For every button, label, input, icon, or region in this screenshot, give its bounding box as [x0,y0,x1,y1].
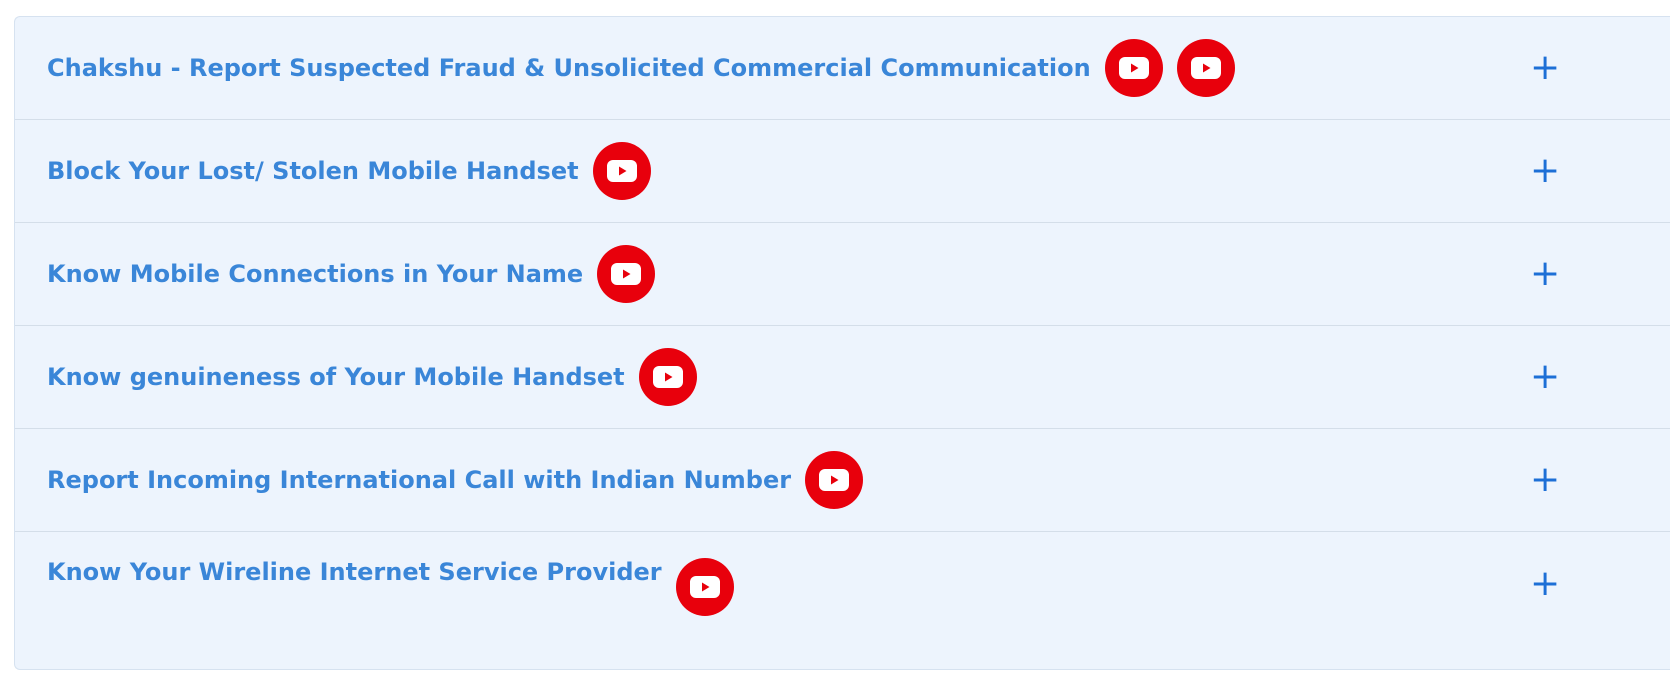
plus-icon[interactable]: + [1530,566,1560,602]
accordion-item-international-call[interactable]: Report Incoming International Call with … [15,429,1670,532]
youtube-icon[interactable] [1176,39,1235,97]
plus-icon[interactable]: + [1530,256,1560,292]
youtube-icon[interactable] [1104,39,1163,97]
plus-icon[interactable]: + [1530,50,1560,86]
accordion-item-know-connections[interactable]: Know Mobile Connections in Your Name + [15,223,1670,326]
plus-icon[interactable]: + [1530,462,1560,498]
youtube-icon[interactable] [805,451,864,509]
accordion-item-title[interactable]: Know genuineness of Your Mobile Handset [47,363,625,391]
accordion-item-block-lost-handset[interactable]: Block Your Lost/ Stolen Mobile Handset + [15,120,1670,223]
accordion-item-title[interactable]: Chakshu - Report Suspected Fraud & Unsol… [47,54,1091,82]
services-accordion: Chakshu - Report Suspected Fraud & Unsol… [14,16,1670,670]
youtube-icon[interactable] [597,245,656,303]
plus-icon[interactable]: + [1530,153,1560,189]
youtube-icon[interactable] [592,142,651,200]
accordion-item-title[interactable]: Know Your Wireline Internet Service Prov… [47,558,662,586]
accordion-item-chakshu[interactable]: Chakshu - Report Suspected Fraud & Unsol… [15,17,1670,120]
plus-icon[interactable]: + [1530,359,1560,395]
accordion-item-handset-genuineness[interactable]: Know genuineness of Your Mobile Handset … [15,326,1670,429]
accordion-item-title[interactable]: Know Mobile Connections in Your Name [47,260,583,288]
accordion-item-wireline-isp[interactable]: Know Your Wireline Internet Service Prov… [15,532,1670,669]
youtube-icon[interactable] [638,348,697,406]
accordion-item-title[interactable]: Block Your Lost/ Stolen Mobile Handset [47,157,579,185]
youtube-icon[interactable] [675,558,734,616]
accordion-item-title[interactable]: Report Incoming International Call with … [47,466,791,494]
